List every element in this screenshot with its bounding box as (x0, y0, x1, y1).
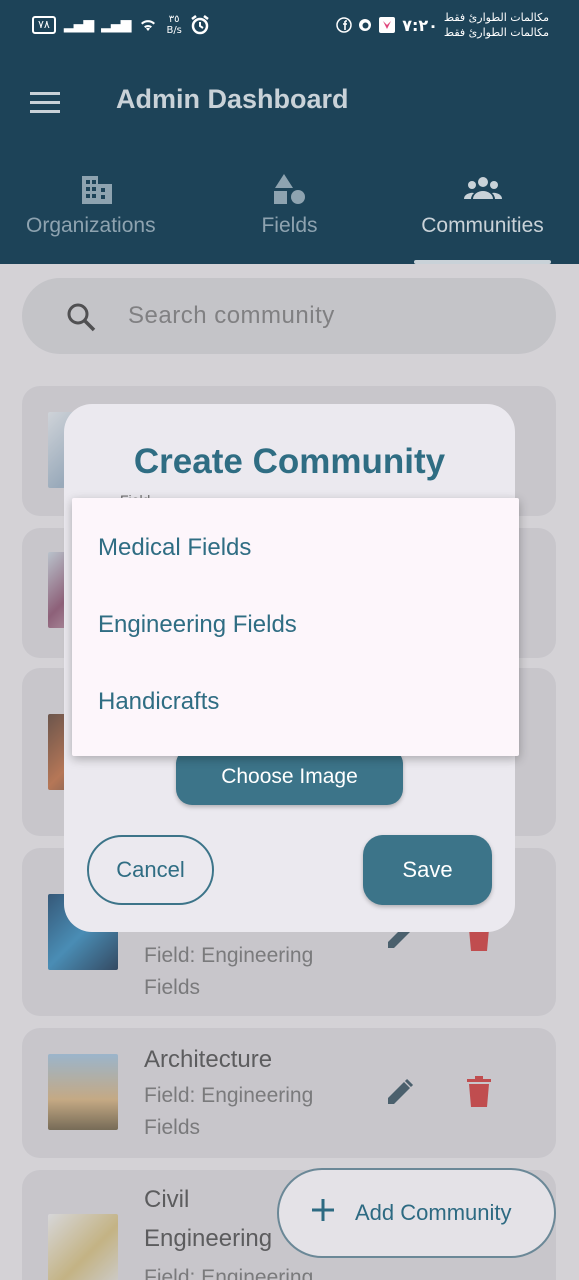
network-speed: ٣٥ B/s (166, 14, 181, 36)
tab-fields-label: Fields (261, 214, 318, 237)
vodafone-icon (359, 19, 372, 31)
tab-organizations-label: Organizations (26, 214, 156, 237)
speed-value: ٣٥ (168, 14, 180, 25)
status-bar: ٧٨ ▂▄▆ ▂▄▆ ٣٥ B/s ٧:٢٠ مكالمات الطوارئ ف… (0, 0, 579, 56)
signal-icon-2: ▂▄▆ (101, 17, 131, 33)
tab-organizations[interactable]: Organizations (0, 160, 193, 264)
status-left: ٧٨ ▂▄▆ ▂▄▆ ٣٥ B/s (32, 14, 210, 36)
plus-icon (312, 1199, 334, 1221)
facebook-icon (336, 17, 352, 33)
building-icon (81, 176, 112, 204)
people-icon (463, 177, 502, 199)
status-right: ٧:٢٠ مكالمات الطوارئ فقط مكالمات الطوارئ… (336, 10, 549, 40)
add-community-button[interactable]: Add Community (277, 1168, 556, 1258)
alarm-icon (191, 15, 209, 35)
tab-communities-label: Communities (421, 214, 544, 237)
cancel-button[interactable]: Cancel (87, 835, 214, 905)
save-button[interactable]: Save (363, 835, 492, 905)
choose-image-button[interactable]: Choose Image (176, 748, 403, 805)
dialog-title: Create Community (133, 442, 446, 481)
carrier-text: مكالمات الطوارئ فقط مكالمات الطوارئ فقط (444, 10, 549, 40)
signal-icon: ▂▄▆ (63, 17, 94, 33)
tab-communities[interactable]: Communities (386, 160, 579, 264)
field-dropdown-menu: Medical Fields Engineering Fields Handic… (72, 498, 519, 756)
battery-indicator: ٧٨ (32, 16, 56, 34)
carrier-line-1: مكالمات الطوارئ فقط (443, 11, 549, 24)
dropdown-option-medical-fields[interactable]: Medical Fields (98, 534, 251, 562)
shapes-icon (273, 174, 305, 204)
menu-icon[interactable] (30, 92, 60, 114)
carrier-line-2: مكالمات الطوارئ فقط (443, 26, 549, 39)
clock: ٧:٢٠ (402, 15, 438, 35)
speed-unit: B/s (166, 25, 182, 36)
add-community-label: Add Community (355, 1200, 512, 1225)
dropdown-option-engineering-fields[interactable]: Engineering Fields (98, 611, 297, 639)
dropdown-option-handicrafts[interactable]: Handicrafts (98, 688, 219, 716)
app-title: Admin Dashboard (116, 84, 349, 114)
tab-bar: Organizations Fields Communities (0, 160, 579, 264)
wifi-icon (141, 20, 156, 31)
app-notification-icon (379, 17, 396, 33)
tab-fields[interactable]: Fields (193, 160, 386, 264)
